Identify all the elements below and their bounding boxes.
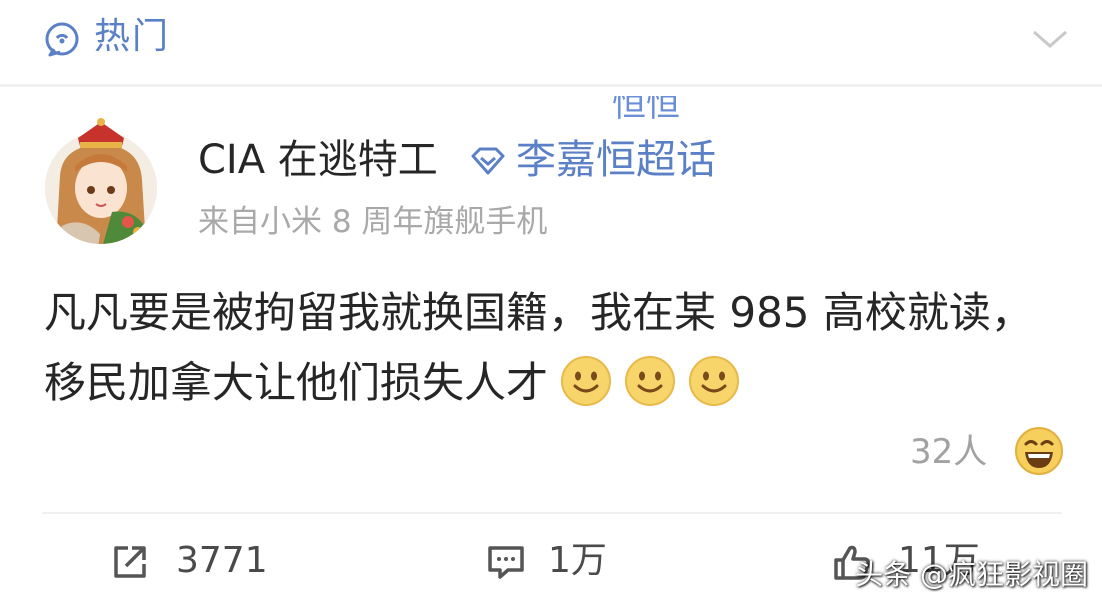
smile-emoji-icon: [689, 356, 740, 406]
author-name[interactable]: CIA 在逃特工: [198, 134, 438, 186]
comment-icon: [488, 546, 524, 579]
smile-emoji-icon: [625, 356, 676, 406]
laugh-emoji-icon[interactable]: [1014, 426, 1064, 476]
divider: [42, 512, 1062, 514]
user-avatar[interactable]: [42, 116, 160, 248]
hot-section-header: 热门: [0, 0, 1102, 87]
repost-count: 3771: [176, 540, 268, 581]
post-content: 凡凡要是被拘留我就换国籍，我在某 985 高校就读，移民加拿大让他们损失人才: [44, 278, 1074, 418]
reaction-count[interactable]: 32人: [910, 428, 987, 476]
source-watermark: 头条 @疯狂影视圈: [855, 558, 1088, 591]
chevron-down-icon[interactable]: [1030, 24, 1070, 54]
post-text: 凡凡要是被拘留我就换国籍，我在某 985 高校就读，移民加拿大让他们损失人才: [44, 288, 1033, 407]
hot-topic-icon: [45, 22, 79, 57]
smile-emoji-icon: [561, 356, 612, 406]
comment-count: 1万: [548, 540, 607, 581]
repost-icon: [114, 546, 146, 578]
weibo-post-card: 热门 恒恒 CIA 在逃特工 李嘉恒超话 来自小米 8 周年旗舰手机 凡凡要是被…: [0, 0, 1102, 603]
cropped-text: 恒恒: [612, 96, 680, 122]
super-topic-diamond-icon: [471, 147, 505, 175]
hot-section-label: 热门: [94, 16, 171, 57]
comment-button[interactable]: 1万: [486, 534, 626, 588]
post-source: 来自小米 8 周年旗舰手机: [198, 204, 548, 240]
repost-button[interactable]: 3771: [110, 534, 280, 588]
super-topic-link[interactable]: 李嘉恒超话: [516, 134, 716, 186]
